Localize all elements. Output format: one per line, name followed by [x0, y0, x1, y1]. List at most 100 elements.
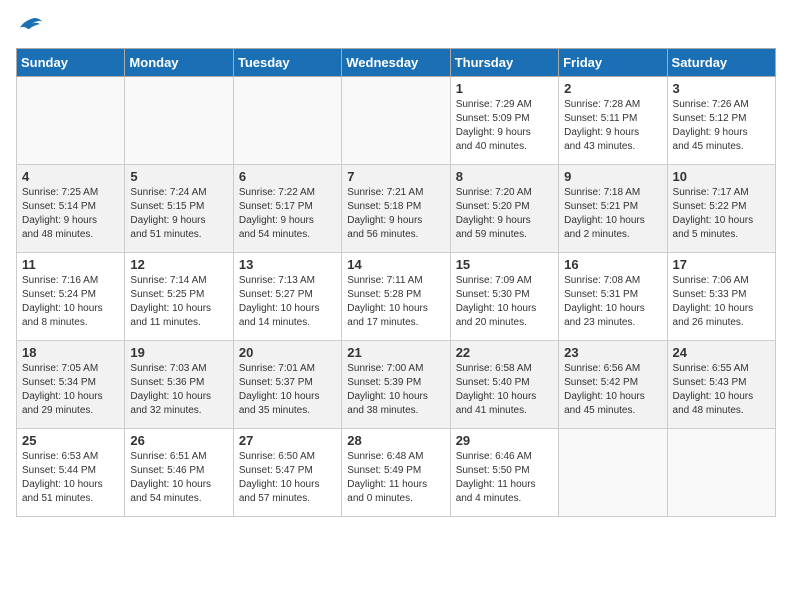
- day-number: 26: [130, 433, 227, 448]
- calendar-cell: 23 Sunrise: 6:56 AMSunset: 5:42 PMDayligh…: [559, 341, 667, 429]
- day-number: 13: [239, 257, 336, 272]
- calendar-cell: 13 Sunrise: 7:13 AMSunset: 5:27 PMDayligh…: [233, 253, 341, 341]
- calendar-cell: 7 Sunrise: 7:21 AMSunset: 5:18 PMDaylight…: [342, 165, 450, 253]
- calendar-cell: 20 Sunrise: 7:01 AMSunset: 5:37 PMDayligh…: [233, 341, 341, 429]
- calendar-cell: 28Sunrise: 6:48 AMSunset: 5:49 PMDayligh…: [342, 429, 450, 517]
- calendar-cell: 26 Sunrise: 6:51 AMSunset: 5:46 PMDayligh…: [125, 429, 233, 517]
- day-number: 21: [347, 345, 444, 360]
- calendar-cell: [17, 77, 125, 165]
- day-info: Sunrise: 7:21 AMSunset: 5:18 PMDaylight:…: [347, 186, 444, 242]
- header-row: SundayMondayTuesdayWednesdayThursdayFrid…: [17, 49, 776, 77]
- calendar-cell: [559, 429, 667, 517]
- calendar-cell: 21 Sunrise: 7:00 AMSunset: 5:39 PMDayligh…: [342, 341, 450, 429]
- day-number: 9: [564, 169, 661, 184]
- col-header-monday: Monday: [125, 49, 233, 77]
- day-info: Sunrise: 6:55 AMSunset: 5:43 PMDaylight:…: [673, 362, 770, 418]
- day-info: Sunrise: 7:28 AMSunset: 5:11 PMDaylight:…: [564, 98, 661, 154]
- day-number: 6: [239, 169, 336, 184]
- day-info: Sunrise: 7:14 AMSunset: 5:25 PMDaylight:…: [130, 274, 227, 330]
- day-number: 29: [456, 433, 553, 448]
- day-info: Sunrise: 6:46 AMSunset: 5:50 PMDaylight:…: [456, 450, 553, 506]
- calendar-week-2: 4Sunrise: 7:25 AMSunset: 5:14 PMDaylight…: [17, 165, 776, 253]
- day-number: 1: [456, 81, 553, 96]
- calendar-cell: 12 Sunrise: 7:14 AMSunset: 5:25 PMDayligh…: [125, 253, 233, 341]
- day-number: 16: [564, 257, 661, 272]
- header: [16, 16, 776, 36]
- day-info: Sunrise: 7:05 AMSunset: 5:34 PMDaylight:…: [22, 362, 119, 418]
- day-info: Sunrise: 7:13 AMSunset: 5:27 PMDaylight:…: [239, 274, 336, 330]
- day-number: 24: [673, 345, 770, 360]
- day-number: 12: [130, 257, 227, 272]
- calendar-week-3: 11Sunrise: 7:16 AMSunset: 5:24 PMDayligh…: [17, 253, 776, 341]
- day-number: 2: [564, 81, 661, 96]
- day-number: 20: [239, 345, 336, 360]
- col-header-friday: Friday: [559, 49, 667, 77]
- day-info: Sunrise: 7:09 AMSunset: 5:30 PMDaylight:…: [456, 274, 553, 330]
- day-info: Sunrise: 6:50 AMSunset: 5:47 PMDaylight:…: [239, 450, 336, 506]
- calendar-cell: 8 Sunrise: 7:20 AMSunset: 5:20 PMDaylight…: [450, 165, 558, 253]
- calendar-week-5: 25 Sunrise: 6:53 AMSunset: 5:44 PMDayligh…: [17, 429, 776, 517]
- day-number: 7: [347, 169, 444, 184]
- day-number: 25: [22, 433, 119, 448]
- col-header-sunday: Sunday: [17, 49, 125, 77]
- col-header-saturday: Saturday: [667, 49, 775, 77]
- calendar-week-1: 1 Sunrise: 7:29 AMSunset: 5:09 PMDaylight…: [17, 77, 776, 165]
- day-info: Sunrise: 6:53 AMSunset: 5:44 PMDaylight:…: [22, 450, 119, 506]
- calendar-cell: 3Sunrise: 7:26 AMSunset: 5:12 PMDaylight…: [667, 77, 775, 165]
- day-number: 15: [456, 257, 553, 272]
- col-header-wednesday: Wednesday: [342, 49, 450, 77]
- calendar-cell: 15 Sunrise: 7:09 AMSunset: 5:30 PMDayligh…: [450, 253, 558, 341]
- calendar-cell: 24 Sunrise: 6:55 AMSunset: 5:43 PMDayligh…: [667, 341, 775, 429]
- calendar-cell: 6Sunrise: 7:22 AMSunset: 5:17 PMDaylight…: [233, 165, 341, 253]
- day-number: 23: [564, 345, 661, 360]
- calendar-cell: 25 Sunrise: 6:53 AMSunset: 5:44 PMDayligh…: [17, 429, 125, 517]
- calendar-cell: 10 Sunrise: 7:17 AMSunset: 5:22 PMDayligh…: [667, 165, 775, 253]
- calendar-cell: [125, 77, 233, 165]
- day-number: 22: [456, 345, 553, 360]
- day-number: 8: [456, 169, 553, 184]
- day-info: Sunrise: 7:24 AMSunset: 5:15 PMDaylight:…: [130, 186, 227, 242]
- day-info: Sunrise: 6:51 AMSunset: 5:46 PMDaylight:…: [130, 450, 227, 506]
- calendar-cell: [342, 77, 450, 165]
- logo-bird-icon: [16, 16, 44, 36]
- calendar-table: SundayMondayTuesdayWednesdayThursdayFrid…: [16, 48, 776, 517]
- calendar-cell: 1 Sunrise: 7:29 AMSunset: 5:09 PMDaylight…: [450, 77, 558, 165]
- day-info: Sunrise: 7:00 AMSunset: 5:39 PMDaylight:…: [347, 362, 444, 418]
- day-info: Sunrise: 6:58 AMSunset: 5:40 PMDaylight:…: [456, 362, 553, 418]
- calendar-cell: 9 Sunrise: 7:18 AMSunset: 5:21 PMDaylight…: [559, 165, 667, 253]
- day-info: Sunrise: 7:01 AMSunset: 5:37 PMDaylight:…: [239, 362, 336, 418]
- calendar-cell: 5 Sunrise: 7:24 AMSunset: 5:15 PMDaylight…: [125, 165, 233, 253]
- calendar-cell: 17Sunrise: 7:06 AMSunset: 5:33 PMDayligh…: [667, 253, 775, 341]
- day-info: Sunrise: 7:03 AMSunset: 5:36 PMDaylight:…: [130, 362, 227, 418]
- calendar-cell: [233, 77, 341, 165]
- day-info: Sunrise: 7:18 AMSunset: 5:21 PMDaylight:…: [564, 186, 661, 242]
- day-info: Sunrise: 6:56 AMSunset: 5:42 PMDaylight:…: [564, 362, 661, 418]
- day-info: Sunrise: 7:17 AMSunset: 5:22 PMDaylight:…: [673, 186, 770, 242]
- day-number: 27: [239, 433, 336, 448]
- day-number: 19: [130, 345, 227, 360]
- col-header-tuesday: Tuesday: [233, 49, 341, 77]
- day-info: Sunrise: 7:26 AMSunset: 5:12 PMDaylight:…: [673, 98, 770, 154]
- calendar-cell: 14Sunrise: 7:11 AMSunset: 5:28 PMDayligh…: [342, 253, 450, 341]
- calendar-cell: 27 Sunrise: 6:50 AMSunset: 5:47 PMDayligh…: [233, 429, 341, 517]
- day-number: 18: [22, 345, 119, 360]
- calendar-cell: 4Sunrise: 7:25 AMSunset: 5:14 PMDaylight…: [17, 165, 125, 253]
- calendar-cell: 16 Sunrise: 7:08 AMSunset: 5:31 PMDayligh…: [559, 253, 667, 341]
- day-number: 14: [347, 257, 444, 272]
- day-info: Sunrise: 7:20 AMSunset: 5:20 PMDaylight:…: [456, 186, 553, 242]
- calendar-cell: 2 Sunrise: 7:28 AMSunset: 5:11 PMDaylight…: [559, 77, 667, 165]
- day-info: Sunrise: 7:06 AMSunset: 5:33 PMDaylight:…: [673, 274, 770, 330]
- calendar-cell: 11Sunrise: 7:16 AMSunset: 5:24 PMDayligh…: [17, 253, 125, 341]
- day-number: 10: [673, 169, 770, 184]
- day-number: 4: [22, 169, 119, 184]
- day-number: 5: [130, 169, 227, 184]
- calendar-cell: 22 Sunrise: 6:58 AMSunset: 5:40 PMDayligh…: [450, 341, 558, 429]
- day-number: 11: [22, 257, 119, 272]
- calendar-cell: 18 Sunrise: 7:05 AMSunset: 5:34 PMDayligh…: [17, 341, 125, 429]
- calendar-week-4: 18 Sunrise: 7:05 AMSunset: 5:34 PMDayligh…: [17, 341, 776, 429]
- day-info: Sunrise: 6:48 AMSunset: 5:49 PMDaylight:…: [347, 450, 444, 506]
- logo: [16, 16, 48, 36]
- calendar-cell: 19 Sunrise: 7:03 AMSunset: 5:36 PMDayligh…: [125, 341, 233, 429]
- day-info: Sunrise: 7:08 AMSunset: 5:31 PMDaylight:…: [564, 274, 661, 330]
- day-info: Sunrise: 7:29 AMSunset: 5:09 PMDaylight:…: [456, 98, 553, 154]
